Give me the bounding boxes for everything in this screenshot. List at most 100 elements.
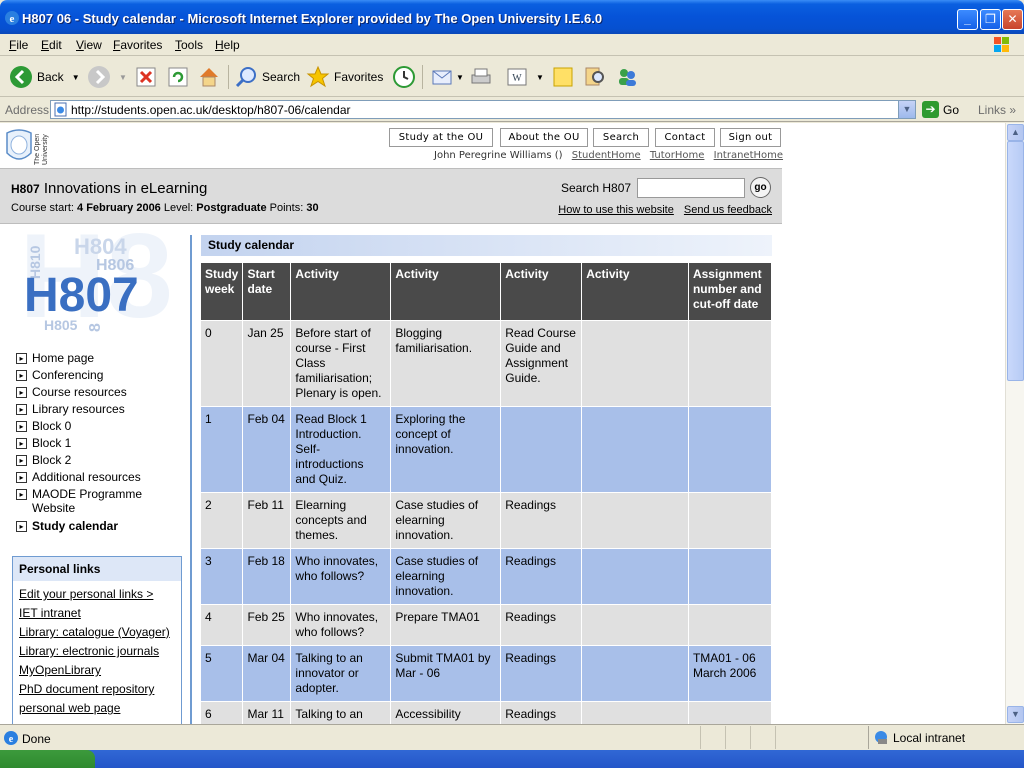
home-button[interactable] bbox=[197, 64, 221, 90]
calendar-row: 1 Feb 04 Read Block 1 Introduction. Self-i… bbox=[201, 406, 773, 492]
discuss-button[interactable] bbox=[552, 64, 574, 90]
contact-button[interactable]: Contact bbox=[655, 128, 715, 147]
menu-file[interactable]: File bbox=[9, 38, 28, 52]
browser-toolbar: Back ▼ ▼ Search Favorites ▼ W ▼ bbox=[0, 57, 1024, 97]
cell-activity: Accessibility bbox=[390, 701, 502, 724]
feedback-link[interactable]: Send us feedback bbox=[684, 204, 772, 216]
cell-start-date: Feb 11 bbox=[242, 492, 292, 548]
course-header: H807 Innovations in eLearning Course sta… bbox=[0, 168, 782, 224]
scroll-thumb[interactable] bbox=[1007, 141, 1024, 381]
calendar-row: 4 Feb 25 Who innovates, who follows? Prepar… bbox=[201, 604, 773, 645]
nav-block-0[interactable]: ▸ Block 0 bbox=[16, 419, 186, 436]
study-at-ou-button[interactable]: Study at the OU bbox=[389, 128, 493, 147]
search-button[interactable]: Search bbox=[234, 64, 300, 90]
about-ou-button[interactable]: About the OU bbox=[500, 128, 588, 147]
print-button[interactable] bbox=[469, 64, 493, 90]
open-university-logo-icon[interactable] bbox=[6, 129, 32, 163]
nav-conferencing[interactable]: ▸ Conferencing bbox=[16, 368, 186, 385]
personal-link-library-catalogue[interactable]: Library: catalogue (Voyager) bbox=[19, 625, 181, 641]
personal-link-iet-intranet[interactable]: IET intranet bbox=[19, 606, 181, 622]
address-dropdown-icon[interactable]: ▼ bbox=[898, 101, 915, 118]
nav-additional-resources[interactable]: ▸ Additional resources bbox=[16, 470, 186, 487]
course-search-label: Search H807 bbox=[561, 181, 632, 195]
address-input[interactable]: http://students.open.ac.uk/desktop/h807-… bbox=[50, 100, 916, 119]
sign-out-button[interactable]: Sign out bbox=[720, 128, 781, 147]
study-calendar-table: Study week Start date Activity Activity … bbox=[201, 263, 773, 724]
studenthome-link[interactable]: StudentHome bbox=[572, 150, 641, 161]
cell-activity: Prepare TMA01 bbox=[390, 604, 502, 645]
favorites-button[interactable]: Favorites bbox=[306, 64, 383, 90]
calendar-header-row: Study week Start date Activity Activity … bbox=[201, 263, 773, 320]
forward-button[interactable]: ▼ bbox=[87, 64, 127, 90]
mail-button[interactable]: ▼ bbox=[430, 64, 464, 90]
nav-arrow-icon: ▸ bbox=[16, 438, 27, 449]
edit-button[interactable]: W ▼ bbox=[506, 64, 544, 90]
cell-activity: Read Course Guide and Assignment Guide. bbox=[500, 320, 583, 406]
course-name: Innovations in eLearning bbox=[43, 180, 208, 197]
nav-arrow-icon: ▸ bbox=[16, 455, 27, 466]
note-icon bbox=[553, 67, 573, 87]
cell-activity bbox=[581, 406, 689, 492]
calendar-row: 3 Feb 18 Who innovates, who follows? Case s… bbox=[201, 548, 773, 604]
course-search-go-button[interactable]: go bbox=[750, 177, 771, 198]
page-icon bbox=[54, 102, 67, 117]
minimize-button[interactable]: _ bbox=[957, 9, 978, 30]
restore-button[interactable]: ❐ bbox=[980, 9, 1001, 30]
refresh-icon bbox=[168, 67, 188, 87]
nav-maode-programme-website[interactable]: ▸ MAODE Programme Website bbox=[16, 487, 186, 519]
stop-button[interactable] bbox=[135, 64, 157, 90]
how-to-use-link[interactable]: How to use this website bbox=[558, 204, 674, 216]
logo-fragment-h804: H804 bbox=[74, 234, 127, 259]
menu-tools[interactable]: Tools bbox=[175, 38, 203, 52]
course-title: H807 Innovations in eLearning bbox=[11, 180, 207, 197]
course-search-input[interactable] bbox=[637, 178, 745, 198]
refresh-button[interactable] bbox=[167, 64, 189, 90]
close-button[interactable]: ✕ bbox=[1002, 9, 1023, 30]
back-button[interactable]: Back ▼ bbox=[9, 64, 80, 90]
window-titlebar: e H807 06 - Study calendar - Microsoft I… bbox=[0, 0, 1024, 34]
history-button[interactable] bbox=[392, 64, 416, 90]
cell-activity: Submit TMA01 by Mar - 06 bbox=[390, 645, 502, 701]
tutorhome-link[interactable]: TutorHome bbox=[650, 150, 705, 161]
cell-activity: Case studies of elearning innovation. bbox=[390, 548, 502, 604]
intranethome-link[interactable]: IntranetHome bbox=[714, 150, 783, 161]
page-content: The Open University Study at the OU Abou… bbox=[0, 123, 1005, 724]
col-assignment: Assignment number and cut-off date bbox=[688, 263, 773, 320]
nav-arrow-icon: ▸ bbox=[16, 421, 27, 432]
menu-view[interactable]: View bbox=[76, 38, 102, 52]
nav-course-resources[interactable]: ▸ Course resources bbox=[16, 385, 186, 402]
vertical-scrollbar[interactable]: ▲ ▼ bbox=[1005, 123, 1024, 724]
nav-arrow-icon: ▸ bbox=[16, 387, 27, 398]
study-calendar-heading: Study calendar bbox=[201, 235, 772, 256]
menu-edit[interactable]: Edit bbox=[41, 38, 62, 52]
nav-home-page[interactable]: ▸ Home page bbox=[16, 351, 186, 368]
personal-link-phd-repository[interactable]: PhD document repository bbox=[19, 682, 181, 698]
cell-activity bbox=[581, 320, 689, 406]
personal-link-web-page[interactable]: personal web page bbox=[19, 701, 181, 717]
scroll-up-icon[interactable]: ▲ bbox=[1007, 124, 1024, 141]
cell-activity: Readings bbox=[500, 492, 583, 548]
menu-help[interactable]: Help bbox=[215, 38, 240, 52]
search-icon bbox=[235, 67, 256, 88]
col-study-week: Study week bbox=[201, 263, 244, 320]
nav-block-2[interactable]: ▸ Block 2 bbox=[16, 453, 186, 470]
nav-block-1[interactable]: ▸ Block 1 bbox=[16, 436, 186, 453]
cell-activity: Case studies of elearning innovation. bbox=[390, 492, 502, 548]
menu-favorites[interactable]: Favorites bbox=[113, 38, 162, 52]
links-button[interactable]: Links » bbox=[978, 103, 1016, 117]
go-button[interactable]: ➔ Go bbox=[922, 101, 959, 118]
calendar-row: 0 Jan 25 Before start of course - First Cl… bbox=[201, 320, 773, 406]
scroll-down-icon[interactable]: ▼ bbox=[1007, 706, 1024, 723]
personal-link-electronic-journals[interactable]: Library: electronic journals bbox=[19, 644, 181, 660]
ou-logo-text: The Open University bbox=[34, 133, 49, 165]
nav-study-calendar[interactable]: ▸ Study calendar bbox=[16, 519, 186, 536]
nav-library-resources[interactable]: ▸ Library resources bbox=[16, 402, 186, 419]
messenger-button[interactable] bbox=[615, 64, 639, 90]
start-button[interactable] bbox=[0, 750, 95, 768]
edit-personal-links[interactable]: Edit your personal links > bbox=[19, 587, 181, 603]
research-button[interactable] bbox=[583, 64, 607, 90]
svg-text:H805: H805 bbox=[44, 317, 78, 333]
personal-link-myopenlibrary[interactable]: MyOpenLibrary bbox=[19, 663, 181, 679]
cell-activity: Read Block 1 Introduction. Self-introduc… bbox=[290, 406, 392, 492]
site-search-button[interactable]: Search bbox=[593, 128, 649, 147]
